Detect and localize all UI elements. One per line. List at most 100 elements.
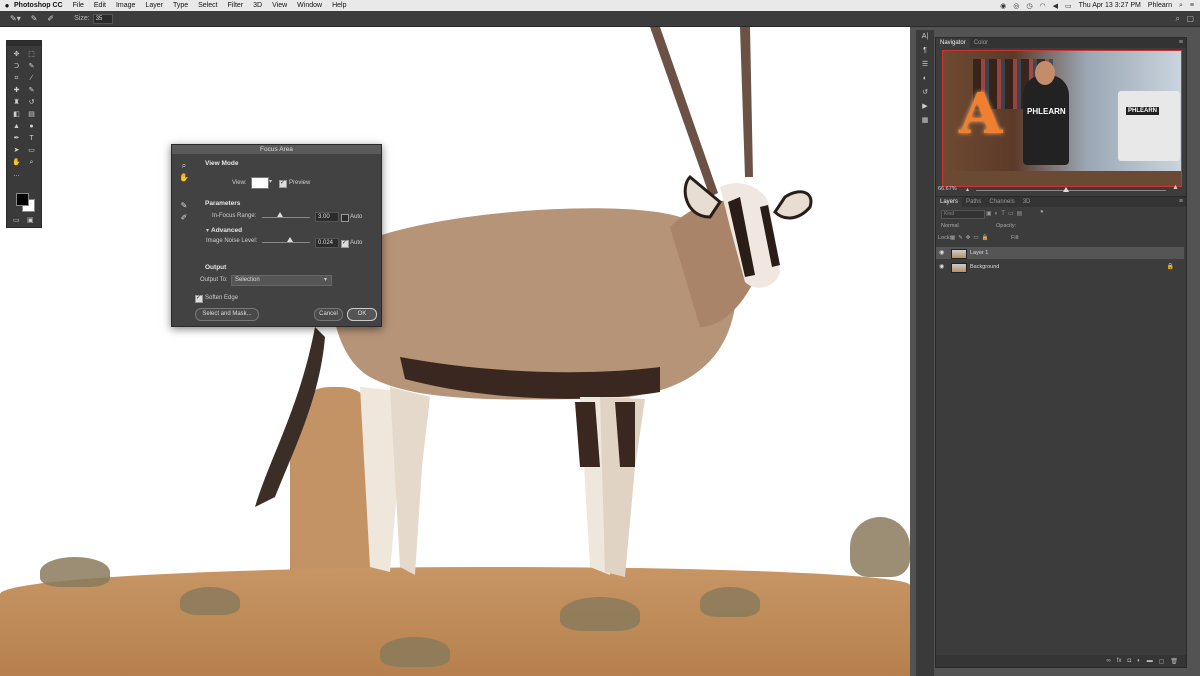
zoom-tool-icon[interactable]: ⌕: [25, 158, 38, 167]
menu-window[interactable]: Window: [297, 2, 322, 9]
in-focus-range-input[interactable]: 3.00: [315, 212, 339, 222]
type-tool-icon[interactable]: T: [25, 134, 38, 143]
creative-cloud-icon[interactable]: ◎: [1013, 2, 1019, 10]
wifi-icon[interactable]: ◠: [1039, 2, 1045, 10]
panel-menu-icon[interactable]: ≡: [1179, 198, 1183, 205]
brush-tool-icon[interactable]: ✎▾: [10, 14, 21, 23]
layer-filter-icons[interactable]: ▣◐T▭▤: [986, 210, 1025, 217]
tab-3d[interactable]: 3D: [1019, 199, 1035, 205]
spotlight-icon[interactable]: ⌕: [1179, 2, 1183, 10]
menu-select[interactable]: Select: [198, 2, 217, 9]
delete-layer-icon[interactable]: 🗑: [1170, 658, 1178, 665]
menu-type[interactable]: Type: [173, 2, 188, 9]
add-mask-icon[interactable]: ◘: [1127, 658, 1131, 664]
adjustment-layer-icon[interactable]: ◐: [1137, 658, 1141, 664]
more-tools-icon[interactable]: …: [10, 170, 23, 179]
in-focus-range-thumb[interactable]: [277, 212, 283, 217]
output-to-select[interactable]: Selection: [231, 275, 332, 286]
in-focus-range-slider[interactable]: [262, 217, 310, 218]
zoom-in-icon[interactable]: ▲: [1172, 184, 1179, 191]
quick-mask-icon[interactable]: ▭: [13, 216, 20, 224]
lasso-tool-icon[interactable]: ᑐ: [10, 62, 23, 71]
advanced-title[interactable]: Advanced: [211, 227, 242, 234]
crop-tool-icon[interactable]: ⌗: [10, 74, 23, 83]
quick-select-tool-icon[interactable]: ✎: [25, 62, 38, 71]
new-layer-icon[interactable]: ▢: [1159, 658, 1165, 665]
search-icon[interactable]: ⌕: [1176, 14, 1180, 24]
path-select-tool-icon[interactable]: ➤: [10, 146, 23, 155]
brush-tool-icon[interactable]: ✎: [25, 86, 38, 95]
menu-layer[interactable]: Layer: [145, 2, 163, 9]
eyedropper-tool-icon[interactable]: ⁄: [25, 74, 38, 83]
view-mode-select[interactable]: [251, 177, 269, 189]
screen-mode-icon[interactable]: ▣: [27, 216, 34, 224]
layer-filter-kind[interactable]: Kind: [941, 210, 985, 219]
libraries-panel-icon[interactable]: ▦: [916, 114, 934, 128]
tab-color[interactable]: Color: [970, 40, 992, 46]
navigator-zoom-value[interactable]: 66.67%: [938, 186, 957, 192]
noise-level-thumb[interactable]: [287, 237, 293, 242]
history-brush-icon[interactable]: ↺: [25, 98, 38, 107]
cancel-button[interactable]: Cancel: [314, 308, 343, 321]
lock-icons[interactable]: ▦✎✥▭🔒: [950, 234, 991, 243]
record-icon[interactable]: ◉: [1000, 2, 1006, 10]
select-and-mask-button[interactable]: Select and Mask...: [195, 308, 259, 321]
gradient-tool-icon[interactable]: ▤: [25, 110, 38, 119]
subtract-brush-icon[interactable]: ✐: [47, 14, 54, 23]
dialog-title[interactable]: Focus Area: [172, 145, 381, 154]
in-focus-auto-checkbox[interactable]: [341, 214, 349, 222]
adjustments-panel-icon[interactable]: ◐: [916, 72, 934, 86]
noise-level-slider[interactable]: [262, 242, 310, 243]
dodge-tool-icon[interactable]: ●: [25, 122, 38, 131]
actions-panel-icon[interactable]: ▶: [916, 100, 934, 114]
focus-area-subtract-icon[interactable]: ✐: [176, 213, 192, 225]
blend-mode-select[interactable]: Normal: [941, 222, 959, 231]
tab-paths[interactable]: Paths: [962, 199, 985, 205]
size-input[interactable]: 35: [92, 13, 113, 24]
focus-area-add-icon[interactable]: ✎: [176, 201, 192, 213]
tab-channels[interactable]: Channels: [985, 199, 1018, 205]
battery-icon[interactable]: ▭: [1065, 2, 1072, 10]
zoom-icon[interactable]: ⌕: [176, 161, 192, 173]
menu-edit[interactable]: Edit: [94, 2, 106, 9]
app-menu[interactable]: Photoshop CC: [14, 2, 63, 9]
paragraph-panel-icon[interactable]: ¶: [916, 44, 934, 58]
layer-style-icon[interactable]: fx: [1117, 658, 1122, 664]
menu-filter[interactable]: Filter: [228, 2, 244, 9]
stamp-tool-icon[interactable]: ♜: [10, 98, 23, 107]
blur-tool-icon[interactable]: ▲: [10, 122, 23, 131]
notification-icon[interactable]: ≡: [1190, 2, 1194, 9]
layer-row-background[interactable]: ◉ Background 🔒: [936, 261, 1184, 273]
history-panel-icon[interactable]: ↺: [916, 86, 934, 100]
filter-toggle-icon[interactable]: ●: [1040, 209, 1044, 215]
hand-icon[interactable]: ✋: [176, 173, 192, 185]
properties-panel-icon[interactable]: ☰: [916, 58, 934, 72]
tab-navigator[interactable]: Navigator: [936, 38, 970, 48]
menu-3d[interactable]: 3D: [253, 2, 262, 9]
zoom-out-icon[interactable]: ▴: [966, 186, 969, 193]
new-group-icon[interactable]: ▬: [1147, 658, 1153, 664]
tab-layers[interactable]: Layers: [936, 197, 963, 207]
ok-button[interactable]: OK: [347, 308, 377, 321]
navigator-zoom-thumb[interactable]: [1063, 187, 1069, 192]
navigator-preview[interactable]: A PHLEARN PHLEARN: [942, 50, 1182, 187]
soften-edge-checkbox[interactable]: [195, 294, 203, 303]
menu-image[interactable]: Image: [116, 2, 135, 9]
apple-menu-icon[interactable]: ●: [0, 1, 14, 10]
panel-menu-icon[interactable]: ≡: [1179, 39, 1183, 46]
eraser-tool-icon[interactable]: ◧: [10, 110, 23, 119]
clock[interactable]: Thu Apr 13 3:27 PM: [1079, 2, 1141, 9]
pen-tool-icon[interactable]: ✒: [10, 134, 23, 143]
layer-row-layer-1[interactable]: ◉ Layer 1: [936, 247, 1184, 259]
menu-file[interactable]: File: [73, 2, 84, 9]
workspace-icon[interactable]: ▢: [1186, 14, 1194, 23]
healing-tool-icon[interactable]: ✚: [10, 86, 23, 95]
character-panel-icon[interactable]: A|: [916, 30, 934, 44]
lock-icon[interactable]: 🔒: [1167, 261, 1174, 273]
chevron-down-icon[interactable]: ▾: [324, 276, 327, 283]
marquee-tool-icon[interactable]: ⬚: [25, 50, 38, 59]
shape-tool-icon[interactable]: ▭: [25, 146, 38, 155]
navigator-zoom-slider[interactable]: [976, 190, 1166, 191]
menu-view[interactable]: View: [272, 2, 287, 9]
time-machine-icon[interactable]: ◷: [1026, 2, 1032, 10]
